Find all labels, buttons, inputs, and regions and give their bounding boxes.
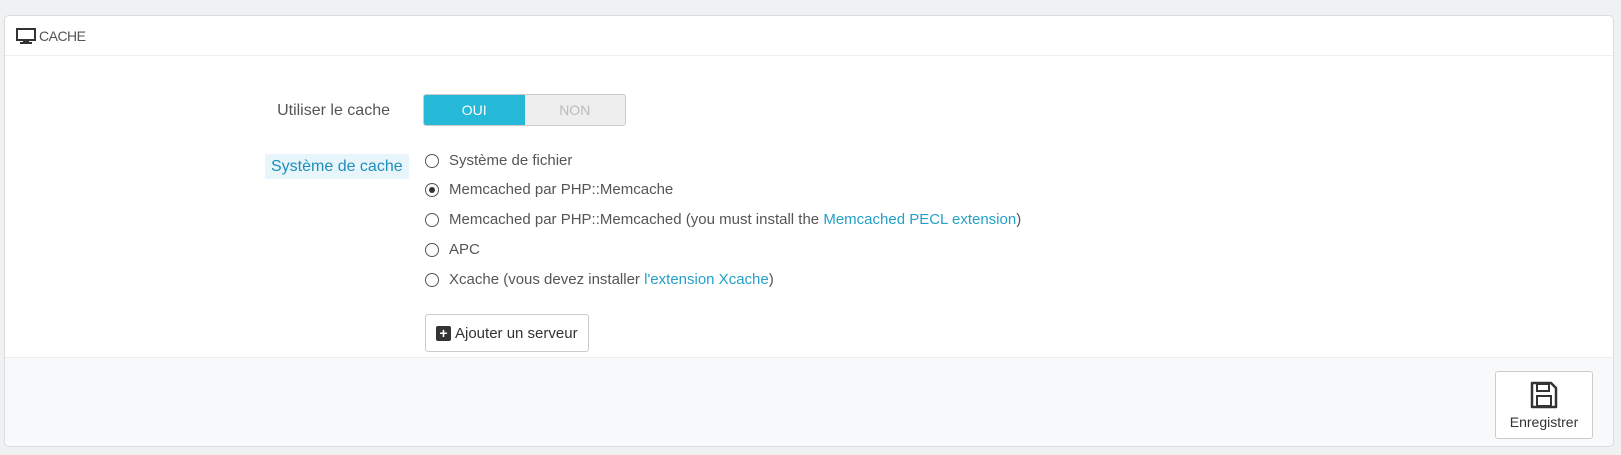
radio-option-apc[interactable]: APC [425, 241, 480, 258]
radio-label: APC [449, 241, 480, 258]
radio-option-file[interactable]: Système de fichier [425, 152, 572, 169]
radio-label: Memcached par PHP::Memcache [449, 181, 674, 198]
radio-button-checked[interactable] [425, 182, 439, 197]
use-cache-switch[interactable]: OUI NON [423, 94, 626, 126]
cache-system-label: Système de cache [265, 154, 409, 179]
radio-label-suffix: ) [768, 271, 774, 288]
save-label: Enregistrer [1509, 414, 1579, 430]
radio-label: Memcached par PHP::Memcached (you must i… [449, 211, 824, 228]
save-button[interactable]: Enregistrer [1495, 371, 1593, 439]
cache-panel: CACHE Utiliser le cache OUI NON Système … [4, 15, 1614, 447]
panel-footer: Enregistrer [5, 357, 1613, 446]
radio-option-memcached[interactable]: Memcached par PHP::Memcached (you must i… [425, 211, 1021, 228]
floppy-disk-icon [1530, 381, 1558, 409]
use-cache-label: Utiliser le cache [277, 102, 390, 119]
radio-option-memcache[interactable]: Memcached par PHP::Memcache [425, 181, 673, 198]
radio-option-xcache[interactable]: Xcache (vous devez installer l'extension… [425, 271, 774, 288]
plus-square-icon: + [436, 325, 451, 341]
desktop-icon [16, 28, 36, 44]
radio-button[interactable] [425, 272, 439, 287]
panel-title: CACHE [39, 28, 86, 44]
memcached-pecl-link[interactable]: Memcached PECL extension [823, 211, 1016, 228]
switch-non[interactable]: NON [525, 95, 626, 125]
switch-oui[interactable]: OUI [424, 95, 525, 125]
add-server-label: Ajouter un serveur [455, 324, 578, 342]
radio-label: Xcache (vous devez installer [449, 271, 645, 288]
radio-label-suffix: ) [1016, 211, 1022, 228]
add-server-button[interactable]: + Ajouter un serveur [425, 314, 589, 352]
radio-button[interactable] [425, 153, 439, 168]
radio-button[interactable] [425, 242, 439, 257]
radio-label: Système de fichier [449, 152, 573, 169]
panel-heading: CACHE [5, 16, 1613, 56]
xcache-extension-link[interactable]: l'extension Xcache [644, 271, 769, 288]
radio-button[interactable] [425, 212, 439, 227]
